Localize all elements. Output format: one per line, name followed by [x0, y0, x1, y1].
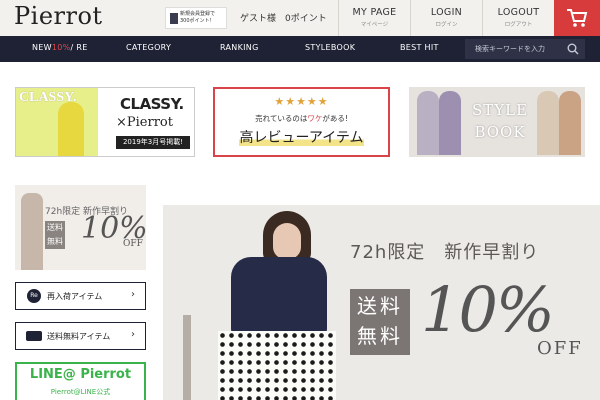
issue-label: 2019年3月号掲載!	[116, 136, 190, 149]
hero-free-shipping-box: 送料 無料	[350, 289, 410, 355]
nav-stylebook[interactable]: STYLEBOOK	[305, 43, 355, 52]
free-shipping-box: 送料 無料	[45, 221, 65, 249]
cover-model-image	[58, 102, 84, 156]
gift-icon	[170, 13, 178, 24]
promo-line-1: 新規会員登録で	[180, 11, 216, 17]
login-label: LOGIN	[430, 7, 463, 18]
login-link[interactable]: LOGIN ログイン	[410, 0, 482, 36]
free-shipping-items-button[interactable]: 送料無料アイテム ›	[15, 322, 146, 350]
site-header: Pierrot 新規会員登録で 300ポイント！ ゲスト様 0ポイント MY P…	[0, 0, 600, 36]
restock-items-button[interactable]: Re 再入荷アイテム ›	[15, 282, 146, 310]
collab-text: ×Pierrot	[116, 115, 173, 130]
nav-new-re[interactable]: NEW10%/ RE	[32, 43, 88, 52]
model-image	[21, 193, 43, 270]
cart-button[interactable]	[554, 0, 600, 36]
review-subtitle: 売れているのはワケがある!	[255, 114, 348, 123]
review-title: 高レビューアイテム	[239, 130, 364, 146]
stylebook-banner[interactable]: STYLE BOOK	[409, 87, 585, 157]
cart-icon	[567, 9, 588, 27]
promo-line-2: 300ポイント！	[180, 18, 215, 24]
free-shipping-label: 送料無料アイテム	[47, 332, 111, 341]
logout-link[interactable]: LOGOUT ログアウト	[482, 0, 554, 36]
nav-ranking[interactable]: RANKING	[220, 43, 259, 52]
hero-discount-percent: 10%	[421, 273, 555, 346]
category-nav: NEW10%/ RE CATEGORY RANKING STYLEBOOK BE…	[0, 36, 600, 62]
truck-icon	[26, 331, 42, 341]
search-box	[465, 39, 585, 59]
line-title: LINE@ Pierrot	[29, 367, 132, 382]
nav-category[interactable]: CATEGORY	[126, 43, 171, 52]
restock-label: 再入荷アイテム	[47, 292, 103, 301]
logout-sublabel: ログアウト	[504, 22, 533, 28]
dot-skirt-image	[218, 331, 336, 400]
sidebar-off-label: OFF	[123, 239, 143, 249]
chevron-right-icon: ›	[131, 289, 135, 300]
rating-stars: ★★★★★	[274, 95, 329, 108]
high-review-banner[interactable]: ★★★★★ 売れているのはワケがある! 高レビューアイテム	[213, 87, 390, 157]
hero-off-label: OFF	[537, 338, 583, 359]
sidebar-sale-banner[interactable]: 72h限定 新作早割り 送料 無料 10% OFF	[15, 185, 146, 270]
search-icon[interactable]	[567, 43, 579, 55]
classy-magazine-cover: CLASSY.	[16, 88, 98, 156]
line-pierrot-banner[interactable]: LINE@ Pierrot Pierrot@LINE公式	[15, 362, 146, 400]
chair-image	[183, 315, 191, 400]
login-sublabel: ログイン	[435, 22, 458, 28]
mypage-sublabel: マイページ	[360, 22, 389, 28]
chevron-right-icon: ›	[131, 329, 135, 340]
model-image	[439, 91, 461, 155]
model-top	[231, 257, 327, 335]
site-logo[interactable]: Pierrot	[14, 2, 103, 30]
logout-label: LOGOUT	[497, 7, 540, 18]
mypage-link[interactable]: MY PAGE マイページ	[338, 0, 410, 36]
model-image	[559, 91, 581, 155]
model-face	[273, 223, 301, 259]
hero-title: 72h限定 新作早割り	[350, 242, 540, 263]
search-input[interactable]	[465, 39, 563, 59]
nav-best-hit[interactable]: BEST HIT	[400, 43, 439, 52]
model-image	[537, 91, 559, 155]
classy-brand-text: CLASSY.	[120, 95, 184, 113]
stylebook-title: STYLE BOOK	[471, 101, 529, 141]
classy-collab-banner[interactable]: CLASSY. CLASSY. ×Pierrot 2019年3月号掲載!	[15, 87, 195, 157]
guest-points: ゲスト様 0ポイント	[240, 14, 327, 24]
signup-promo-badge[interactable]: 新規会員登録で 300ポイント！	[165, 7, 227, 29]
line-subtitle: Pierrot@LINE公式	[50, 388, 111, 396]
mypage-label: MY PAGE	[352, 7, 397, 18]
model-image	[417, 91, 439, 155]
hero-sale-banner[interactable]: 72h限定 新作早割り 送料 無料 10% OFF	[163, 205, 600, 400]
restock-icon: Re	[27, 289, 41, 303]
